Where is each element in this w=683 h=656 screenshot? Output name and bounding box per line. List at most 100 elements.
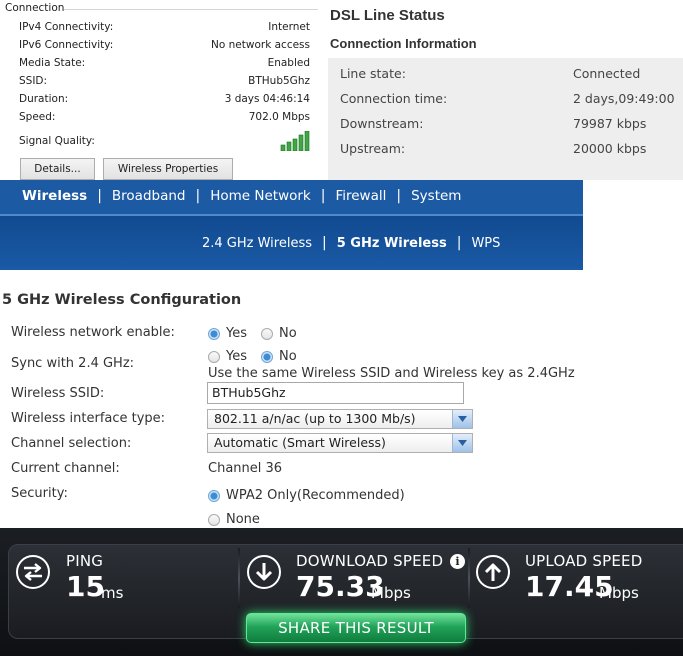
ipv4-row: IPv4 Connectivity: Internet (19, 19, 310, 35)
dsl-line-status-panel: DSL Line Status Connection Information L… (322, 0, 683, 180)
speed-row: Speed: 702.0 Mbps (19, 109, 310, 125)
subnav-wps[interactable]: WPS (471, 236, 500, 251)
media-state-row: Media State: Enabled (19, 55, 310, 71)
upload-unit: Mbps (599, 584, 639, 602)
speed-value: 702.0 Mbps (248, 111, 310, 123)
upstream-label: Upstream: (340, 141, 406, 156)
channel-selection-label: Channel selection: (11, 436, 132, 451)
security-wpa2-option: WPA2 Only(Recommended) (208, 488, 405, 503)
ipv6-row: IPv6 Connectivity: No network access (19, 37, 310, 53)
router-navigation: Wireless | Broadband | Home Network | Fi… (0, 180, 583, 270)
connection-time-row: Connection time: 2 days,09:49:00 (328, 86, 683, 111)
line-state-label: Line state: (340, 66, 406, 81)
upload-arrow-icon (476, 555, 510, 589)
ping-arrows-icon (16, 555, 50, 589)
interface-type-value: 802.11 a/n/ac (up to 1300 Mb/s) (214, 411, 416, 426)
security-wpa2-label: WPA2 Only(Recommended) (226, 488, 405, 503)
security-wpa2-radio[interactable] (208, 489, 220, 502)
duration-row: Duration: 3 days 04:46:14 (19, 91, 310, 107)
info-icon[interactable]: i (450, 554, 465, 569)
nav-separator: | (195, 188, 201, 204)
ping-unit: ms (101, 584, 124, 602)
connection-group-label: Connection (5, 2, 65, 14)
signal-quality-label: Signal Quality: (19, 135, 95, 147)
downstream-label: Downstream: (340, 116, 424, 131)
nav-wireless[interactable]: Wireless (22, 188, 87, 204)
sub-nav-bar: 2.4 GHz Wireless | 5 GHz Wireless | WPS (0, 216, 583, 270)
enable-no-radio[interactable] (261, 327, 273, 340)
security-label: Security: (11, 486, 68, 501)
ipv6-value: No network access (211, 39, 310, 51)
chevron-down-icon[interactable] (452, 410, 472, 428)
enable-label: Wireless network enable: (11, 325, 175, 340)
nav-home-network[interactable]: Home Network (210, 188, 311, 204)
dsl-title: DSL Line Status (330, 7, 445, 24)
enable-options: Yes No (208, 326, 297, 341)
signal-row: Signal Quality: (19, 133, 272, 149)
sync-yes-radio[interactable] (208, 350, 220, 363)
dsl-subtitle: Connection Information (330, 36, 477, 51)
speed-label: Speed: (19, 111, 56, 123)
ssid-row: SSID: BTHub5Ghz (19, 73, 310, 89)
interface-type-select[interactable]: 802.11 a/n/ac (up to 1300 Mb/s) (207, 409, 473, 429)
nav-separator: | (396, 188, 402, 204)
downstream-value: 79987 kbps (573, 116, 647, 131)
line-state-row: Line state: Connected (328, 61, 683, 86)
duration-label: Duration: (19, 93, 69, 105)
current-channel-label: Current channel: (11, 461, 120, 476)
ipv4-value: Internet (268, 21, 310, 33)
ipv4-label: IPv4 Connectivity: (19, 21, 114, 33)
subnav-5ghz-wireless[interactable]: 5 GHz Wireless (337, 236, 447, 251)
enable-yes-radio[interactable] (208, 327, 220, 340)
main-nav-bar: Wireless | Broadband | Home Network | Fi… (0, 180, 583, 212)
sync-label: Sync with 2.4 GHz: (11, 356, 135, 371)
ping-label: PING (66, 552, 104, 570)
group-divider (64, 9, 318, 10)
upload-label: UPLOAD SPEED (525, 552, 643, 570)
security-none-radio[interactable] (208, 513, 220, 526)
security-none-label: None (226, 512, 260, 527)
sync-yes-label: Yes (226, 349, 247, 364)
speedtest-divider (238, 548, 240, 608)
download-unit: Mbps (371, 584, 411, 602)
duration-value: 3 days 04:46:14 (224, 93, 310, 105)
sync-note: Use the same Wireless SSID and Wireless … (208, 366, 575, 381)
sync-no-label: No (279, 349, 297, 364)
upstream-row: Upstream: 20000 kbps (328, 136, 683, 161)
current-channel-value: Channel 36 (208, 461, 283, 476)
connection-time-value: 2 days,09:49:00 (573, 91, 675, 106)
channel-selection-value: Automatic (Smart Wireless) (214, 435, 386, 450)
subnav-separator: | (456, 235, 462, 251)
nav-separator: | (320, 188, 326, 204)
nav-firewall[interactable]: Firewall (335, 188, 386, 204)
speedtest-divider (468, 548, 470, 608)
subnav-separator: | (322, 235, 327, 251)
channel-selection-select[interactable]: Automatic (Smart Wireless) (207, 433, 473, 453)
download-label: DOWNLOAD SPEED (296, 552, 444, 570)
nav-system[interactable]: System (411, 188, 461, 204)
connection-time-label: Connection time: (340, 91, 448, 106)
ssid-field-label: Wireless SSID: (11, 386, 105, 401)
upstream-value: 20000 kbps (573, 141, 647, 156)
share-result-button[interactable]: SHARE THIS RESULT (246, 613, 466, 643)
nav-broadband[interactable]: Broadband (112, 188, 186, 204)
ssid-input[interactable]: BTHub5Ghz (207, 382, 464, 404)
chevron-down-icon[interactable] (452, 434, 472, 452)
signal-bars-icon (280, 131, 310, 151)
details-button[interactable]: Details... (20, 158, 95, 180)
sync-no-radio[interactable] (261, 350, 273, 363)
enable-yes-label: Yes (226, 326, 247, 341)
line-state-value: Connected (573, 66, 641, 81)
config-title: 5 GHz Wireless Configuration (2, 292, 242, 308)
wireless-properties-button[interactable]: Wireless Properties (103, 158, 233, 180)
security-none-option: None (208, 512, 260, 527)
speedtest-result: PING 15 ms DOWNLOAD SPEED i 75.33 Mbps U… (0, 528, 683, 656)
dsl-info-table: Line state: Connected Connection time: 2… (328, 58, 683, 180)
nav-separator: | (97, 188, 102, 204)
enable-no-label: No (279, 326, 297, 341)
ssid-value: BTHub5Ghz (248, 75, 310, 87)
media-state-value: Enabled (267, 57, 310, 69)
subnav-24ghz-wireless[interactable]: 2.4 GHz Wireless (202, 236, 312, 251)
interface-type-label: Wireless interface type: (11, 411, 166, 426)
download-arrow-icon (247, 555, 281, 589)
